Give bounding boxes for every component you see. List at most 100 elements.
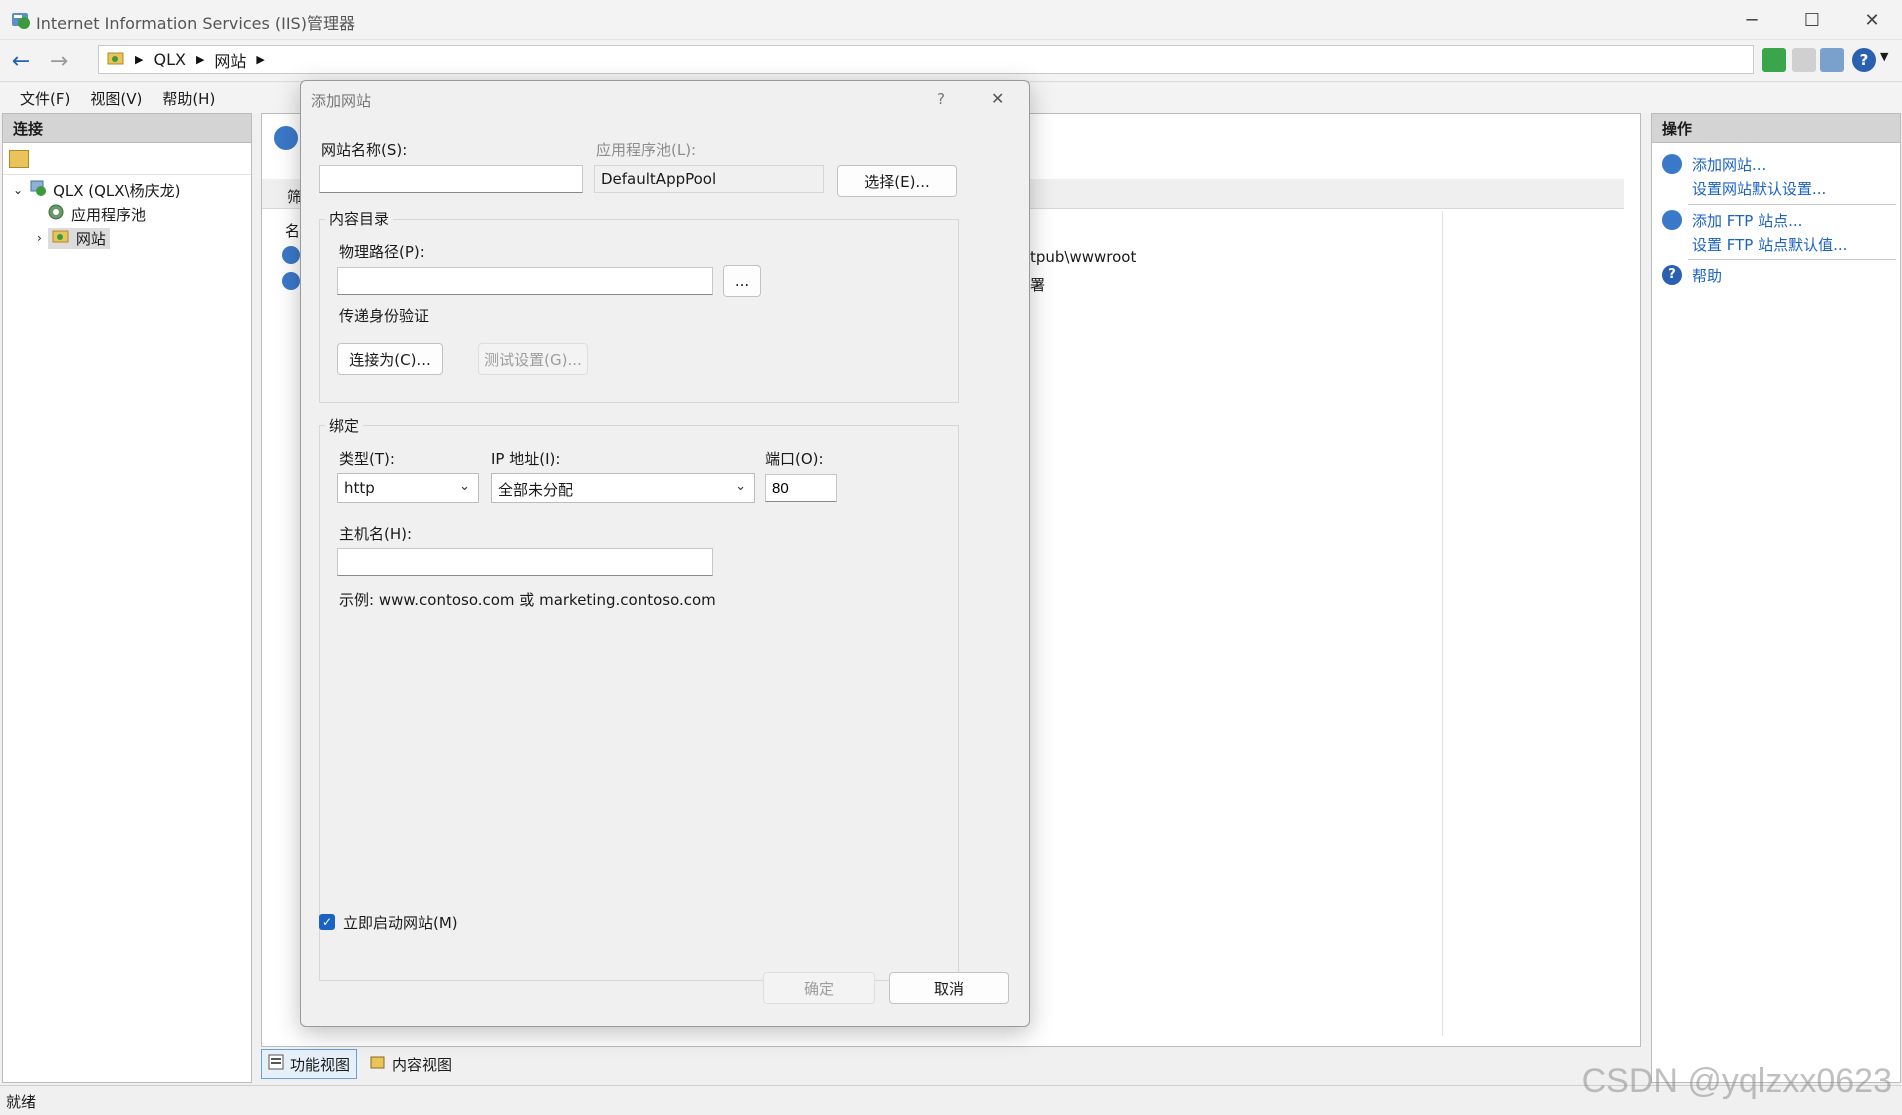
chevron-down-icon[interactable]: ⌄ bbox=[13, 183, 23, 197]
tab-features-view[interactable]: 功能视图 bbox=[261, 1049, 358, 1079]
window-title: Internet Information Services (IIS)管理器 bbox=[36, 14, 355, 33]
site-path-cell: tpub\wwwroot bbox=[1030, 248, 1137, 266]
close-window-button[interactable]: ✕ bbox=[1842, 0, 1902, 40]
view-tabs: 功能视图 内容视图 bbox=[261, 1049, 459, 1079]
chevron-down-icon: ⌄ bbox=[735, 479, 746, 494]
actions-divider bbox=[1688, 259, 1896, 260]
actions-header: 操作 bbox=[1652, 114, 1900, 143]
dialog-close-button[interactable]: ✕ bbox=[991, 89, 1004, 108]
type-select[interactable]: http ⌄ bbox=[337, 473, 479, 503]
browse-path-button[interactable]: ... bbox=[723, 265, 761, 297]
tree-node-app-pools[interactable]: 应用程序池 bbox=[47, 202, 146, 226]
chevron-down-icon[interactable]: ▼ bbox=[1880, 50, 1888, 63]
content-directory-title: 内容目录 bbox=[325, 208, 394, 229]
minimize-button[interactable]: ─ bbox=[1722, 0, 1782, 40]
address-bar: ← → ▶ QLX ▶ 网站 ▶ ? ▼ bbox=[0, 40, 1902, 82]
physical-path-input[interactable] bbox=[337, 267, 713, 295]
start-now-label[interactable]: 立即启动网站(M) bbox=[343, 912, 458, 933]
refresh-icon[interactable] bbox=[1762, 48, 1786, 72]
sites-globe-icon bbox=[274, 126, 298, 150]
connections-panel: 连接 ⌄ QLX (QLX\杨庆龙) 应用程序池 › 网站 bbox=[2, 113, 252, 1083]
chevron-right-icon[interactable]: › bbox=[37, 231, 42, 245]
chevron-right-icon[interactable]: ▶ bbox=[135, 53, 143, 66]
type-select-value: http bbox=[344, 479, 375, 497]
connections-header: 连接 bbox=[3, 114, 251, 143]
help-icon: ? bbox=[1662, 265, 1682, 285]
connect-as-button[interactable]: 连接为(C)... bbox=[337, 343, 443, 375]
back-arrow-icon[interactable]: ← bbox=[6, 46, 36, 76]
tab-content-view[interactable]: 内容视图 bbox=[363, 1049, 459, 1079]
name-column-fragment: 名 bbox=[285, 222, 301, 240]
forward-arrow-icon[interactable]: → bbox=[44, 46, 74, 76]
port-input[interactable] bbox=[765, 474, 837, 502]
physical-path-label: 物理路径(P): bbox=[339, 243, 425, 261]
port-label: 端口(O): bbox=[765, 450, 824, 468]
breadcrumb[interactable]: ▶ QLX ▶ 网站 ▶ bbox=[98, 45, 1754, 74]
help-link[interactable]: 帮助 bbox=[1692, 265, 1722, 286]
status-text: 就绪 bbox=[6, 1093, 37, 1111]
title-bar: Internet Information Services (IIS)管理器 ─… bbox=[0, 0, 1902, 40]
start-now-checkbox[interactable]: ✓ bbox=[319, 914, 335, 930]
help-icon[interactable]: ? bbox=[1852, 48, 1876, 72]
connections-toolbar bbox=[3, 143, 251, 175]
breadcrumb-item-server[interactable]: QLX bbox=[153, 50, 185, 69]
watermark: CSDN @yqlzxx0623 bbox=[1581, 1062, 1892, 1100]
tree-node-server[interactable]: ⌄ QLX (QLX\杨庆龙) bbox=[13, 178, 180, 202]
tree-node-sites[interactable]: › 网站 bbox=[37, 226, 110, 250]
site-name-label: 网站名称(S): bbox=[321, 141, 408, 159]
chevron-right-icon[interactable]: ▶ bbox=[196, 53, 204, 66]
tree-label-server: QLX (QLX\杨庆龙) bbox=[53, 181, 181, 200]
ok-button: 确定 bbox=[763, 972, 875, 1004]
tree-node-sites-selected: 网站 bbox=[47, 227, 110, 249]
content-view-icon bbox=[370, 1054, 386, 1074]
hostname-example: 示例: www.contoso.com 或 marketing.contoso.… bbox=[339, 591, 716, 609]
ftp-defaults-link[interactable]: 设置 FTP 站点默认值... bbox=[1692, 234, 1847, 255]
binding-title: 绑定 bbox=[325, 415, 364, 436]
chevron-down-icon: ⌄ bbox=[459, 479, 470, 494]
menu-file[interactable]: 文件(F) bbox=[10, 88, 80, 109]
chevron-right-icon[interactable]: ▶ bbox=[256, 53, 264, 66]
app-pool-field: DefaultAppPool bbox=[594, 165, 824, 193]
pass-through-auth-label: 传递身份验证 bbox=[339, 307, 430, 325]
dialog-title: 添加网站 bbox=[311, 92, 372, 110]
select-app-pool-button[interactable]: 选择(E)... bbox=[837, 165, 957, 197]
dialog-help-button[interactable]: ? bbox=[937, 90, 945, 108]
tab-features-label: 功能视图 bbox=[290, 1055, 351, 1074]
site-name-input[interactable] bbox=[319, 165, 583, 193]
app-pool-label: 应用程序池(L): bbox=[596, 141, 697, 159]
tree-label-app-pools: 应用程序池 bbox=[71, 205, 147, 224]
site-status-cell: 署 bbox=[1030, 276, 1046, 294]
test-settings-button: 测试设置(G)... bbox=[478, 343, 588, 375]
iis-app-icon bbox=[10, 9, 32, 31]
site-defaults-link[interactable]: 设置网站默认设置... bbox=[1692, 178, 1826, 199]
sites-folder-icon bbox=[52, 228, 70, 248]
ip-address-value: 全部未分配 bbox=[498, 481, 574, 499]
site-globe-icon bbox=[282, 272, 300, 290]
add-site-link[interactable]: 添加网站... bbox=[1692, 154, 1766, 175]
menu-help[interactable]: 帮助(H) bbox=[152, 88, 225, 109]
home-icon[interactable] bbox=[1820, 48, 1844, 72]
hostname-input[interactable] bbox=[337, 548, 713, 576]
server-icon bbox=[29, 179, 47, 201]
breadcrumb-item-sites[interactable]: 网站 bbox=[214, 48, 246, 72]
hostname-label: 主机名(H): bbox=[339, 525, 413, 543]
cancel-button[interactable]: 取消 bbox=[889, 972, 1009, 1004]
add-site-globe-icon bbox=[1662, 154, 1682, 174]
maximize-button[interactable]: ☐ bbox=[1782, 0, 1842, 40]
add-website-dialog: 添加网站 ? ✕ 网站名称(S): 应用程序池(L): DefaultAppPo… bbox=[300, 80, 1030, 1027]
ip-address-label: IP 地址(I): bbox=[491, 450, 561, 468]
server-folder-icon bbox=[107, 50, 125, 70]
app-pool-icon bbox=[47, 203, 65, 225]
type-label: 类型(T): bbox=[339, 450, 395, 468]
menu-view[interactable]: 视图(V) bbox=[80, 88, 152, 109]
add-ftp-link[interactable]: 添加 FTP 站点... bbox=[1692, 210, 1802, 231]
stop-icon[interactable] bbox=[1792, 48, 1816, 72]
features-view-icon bbox=[268, 1054, 284, 1074]
binding-group bbox=[319, 425, 959, 981]
actions-panel: 操作 添加网站... 设置网站默认设置... 添加 FTP 站点... 设置 F… bbox=[1651, 113, 1901, 1083]
connect-icon[interactable] bbox=[9, 150, 29, 168]
ip-address-select[interactable]: 全部未分配 ⌄ bbox=[491, 473, 755, 503]
tab-content-label: 内容视图 bbox=[392, 1055, 453, 1074]
tree-label-sites: 网站 bbox=[75, 229, 106, 248]
add-ftp-globe-icon bbox=[1662, 210, 1682, 230]
